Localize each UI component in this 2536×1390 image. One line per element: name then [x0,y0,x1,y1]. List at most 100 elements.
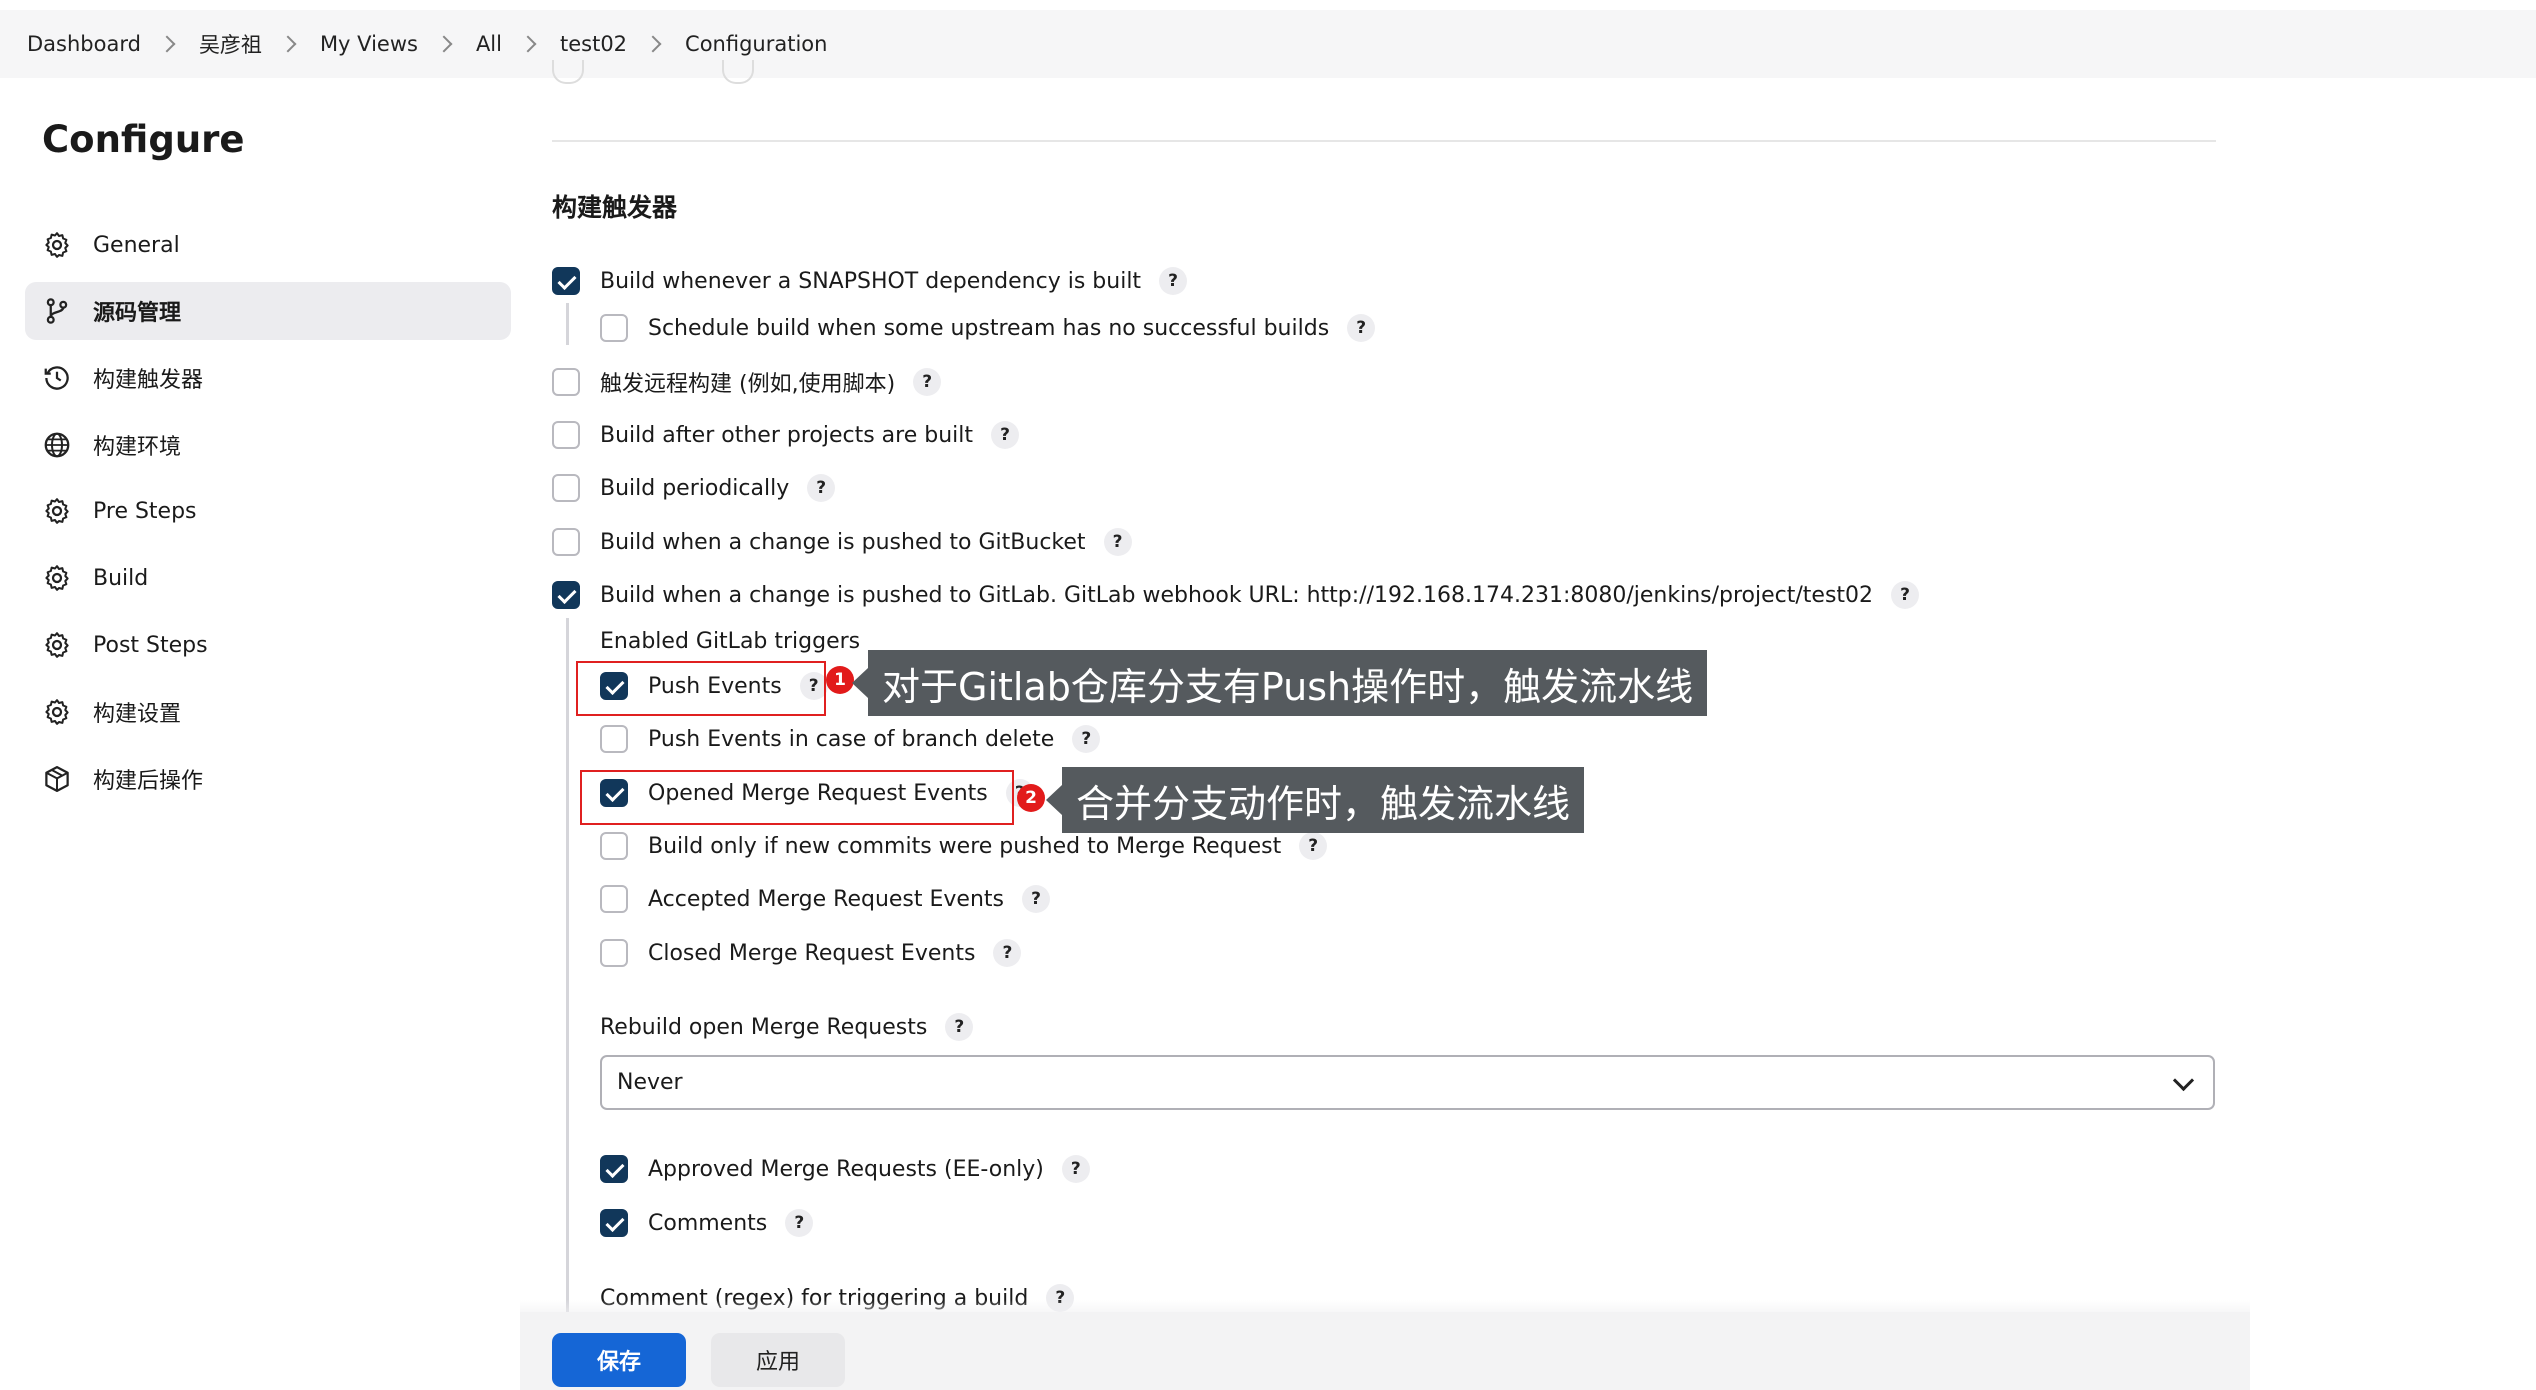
checkbox[interactable] [552,528,580,556]
help-icon[interactable]: ? [785,1209,814,1237]
checkbox[interactable] [552,421,580,449]
option-approved-mr[interactable]: Approved Merge Requests (EE-only) ? [600,1151,1090,1187]
annotation-badge-2: 2 [1017,784,1045,812]
gear-icon [45,232,69,258]
help-icon[interactable]: ? [1159,267,1188,295]
option-label: Build after other projects are built [600,422,974,448]
sidebar-item-pre-steps[interactable]: Pre Steps [25,482,511,540]
breadcrumb-my-views[interactable]: My Views [320,32,418,56]
section-divider [552,140,2216,142]
trigger-push-branch-delete[interactable]: Push Events in case of branch delete ? [600,721,1101,757]
sidebar-item-scm[interactable]: 源码管理 [25,282,511,340]
sidebar-item-label: 构建环境 [93,435,182,460]
option-snapshot-dependency[interactable]: Build whenever a SNAPSHOT dependency is … [552,263,1188,299]
option-label: Accepted Merge Request Events [648,886,1004,912]
checkbox[interactable] [552,368,580,396]
option-label: Push Events in case of branch delete [648,726,1055,752]
sidebar-item-triggers[interactable]: 构建触发器 [25,349,511,407]
rebuild-open-mr-select[interactable]: Never [600,1055,2215,1110]
help-icon[interactable]: ? [945,1013,974,1041]
gear-icon [45,565,69,591]
trigger-new-commits-mr[interactable]: Build only if new commits were pushed to… [600,828,1328,864]
checkbox[interactable] [600,832,628,860]
option-build-periodically[interactable]: Build periodically ? [552,470,836,506]
checkbox[interactable] [600,885,628,913]
help-icon[interactable]: ? [993,939,1022,967]
sidebar-item-label: General [93,232,180,258]
sidebar-item-environment[interactable]: 构建环境 [25,416,511,474]
option-label: Comments [648,1210,768,1236]
option-remote-trigger[interactable]: 触发远程构建 (例如,使用脚本) ? [552,364,942,400]
checkbox[interactable] [552,267,580,295]
option-label: Schedule build when some upstream has no… [648,315,1330,341]
annotation-callout-1: 对于Gitlab仓库分支有Push操作时，触发流水线 [851,650,1708,716]
sidebar-item-label: 构建设置 [93,702,182,727]
option-label: Build when a change is pushed to GitBuck… [600,529,1086,555]
help-icon[interactable]: ? [1072,725,1101,753]
select-value: Never [617,1070,683,1095]
clock-icon [44,366,69,390]
apply-button[interactable]: 应用 [711,1333,845,1387]
sidebar-item-build[interactable]: Build [25,549,511,607]
help-icon[interactable]: ? [1299,832,1328,860]
help-icon[interactable]: ? [1022,885,1050,913]
option-label: Approved Merge Requests (EE-only) [648,1156,1044,1182]
breadcrumb: Dashboard 吴彦祖 My Views All test02 Config… [27,10,827,78]
option-gitlab-push[interactable]: Build when a change is pushed to GitLab.… [552,577,1920,613]
nested-indent-line [566,303,569,345]
option-build-after-other[interactable]: Build after other projects are built ? [552,417,1020,453]
sidebar-item-label: Build [93,565,149,591]
option-label: Build only if new commits were pushed to… [648,833,1282,859]
help-icon[interactable]: ? [807,474,836,502]
sidebar-item-general[interactable]: General [25,216,511,274]
chevron-right-icon [519,35,537,53]
checkbox[interactable] [552,581,580,609]
sidebar-item-label: 构建后操作 [93,769,204,794]
chevron-right-icon [279,35,297,53]
option-label: 触发远程构建 (例如,使用脚本) [600,372,896,397]
option-comments[interactable]: Comments ? [600,1205,814,1241]
annotation-badge-1: 1 [826,666,854,694]
page-title: Configure [42,118,245,161]
help-icon[interactable]: ? [1347,314,1376,342]
checkbox[interactable] [600,1209,628,1237]
option-label: Closed Merge Request Events [648,940,976,966]
sidebar-item-post-build[interactable]: 构建后操作 [25,750,511,808]
save-button[interactable]: 保存 [552,1333,686,1387]
highlight-box-opened-mr [580,770,1014,825]
breadcrumb-job[interactable]: test02 [560,32,627,56]
trigger-accepted-mr[interactable]: Accepted Merge Request Events ? [600,881,1050,917]
breadcrumb-user[interactable]: 吴彦祖 [199,29,262,59]
package-icon [45,766,69,792]
scrolled-radio [552,60,584,84]
highlight-box-push-events [576,661,826,716]
checkbox[interactable] [600,939,628,967]
breadcrumb-bar: Dashboard 吴彦祖 My Views All test02 Config… [0,10,2536,78]
breadcrumb-configuration[interactable]: Configuration [685,32,827,56]
option-label: Build when a change is pushed to GitLab.… [600,582,1874,608]
sidebar-item-label: 源码管理 [93,301,182,326]
checkbox[interactable] [552,474,580,502]
sidebar-item-build-settings[interactable]: 构建设置 [25,683,511,741]
branch-icon [46,298,68,324]
breadcrumb-dashboard[interactable]: Dashboard [27,32,141,56]
help-icon[interactable]: ? [1061,1155,1090,1183]
annotation-callout-2: 合并分支动作时，触发流水线 [1045,767,1585,833]
help-icon[interactable]: ? [1891,581,1920,609]
option-gitbucket[interactable]: Build when a change is pushed to GitBuck… [552,524,1132,560]
checkbox[interactable] [600,725,628,753]
checkbox[interactable] [600,314,628,342]
help-icon[interactable]: ? [1103,528,1132,556]
gear-icon [45,632,69,658]
sidebar-item-post-steps[interactable]: Post Steps [25,616,511,674]
help-icon[interactable]: ? [913,368,942,396]
sidebar-item-label: Post Steps [93,632,208,658]
option-label: Build periodically [600,475,790,501]
help-icon[interactable]: ? [991,421,1020,449]
checkbox[interactable] [600,1155,628,1183]
breadcrumb-all[interactable]: All [476,32,502,56]
chevron-right-icon [435,35,453,53]
option-schedule-upstream[interactable]: Schedule build when some upstream has no… [600,310,1376,346]
trigger-closed-mr[interactable]: Closed Merge Request Events ? [600,935,1022,971]
gear-icon [45,498,69,524]
